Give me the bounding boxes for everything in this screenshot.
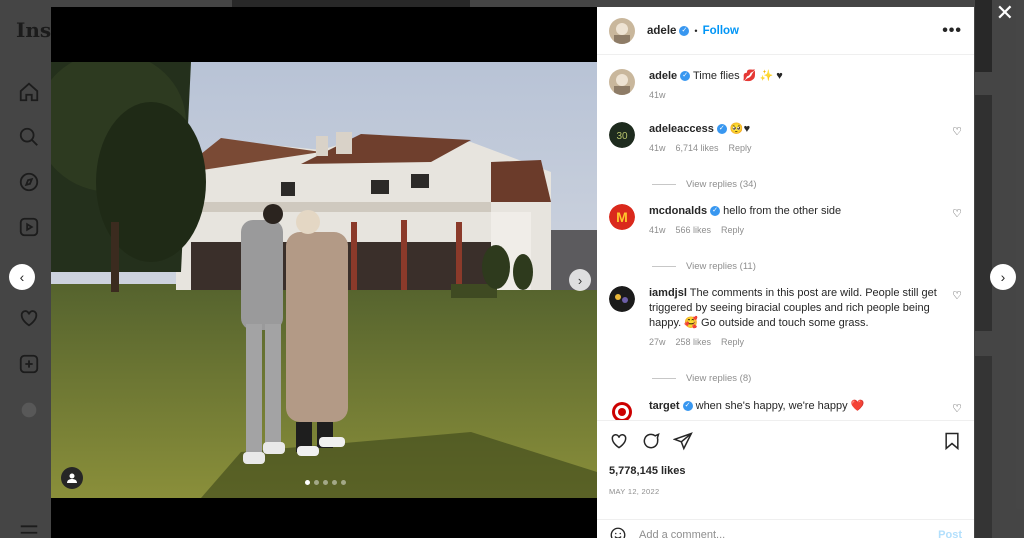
- view-replies-label: View replies (8): [686, 373, 752, 384]
- commenter-username[interactable]: adeleaccess: [649, 123, 714, 135]
- comment-text: The comments in this post are wild. Peop…: [649, 287, 937, 329]
- verified-icon: ✓: [682, 401, 693, 412]
- comment-item: M mcdonalds ✓ hello from the other side 4…: [609, 204, 962, 235]
- post-modal: › adele ✓ • Follow ••• adele ✓ Time flies: [51, 7, 974, 538]
- like-comment-icon[interactable]: ♡: [952, 289, 962, 302]
- follow-button[interactable]: Follow: [703, 25, 739, 37]
- carousel-next-button[interactable]: ›: [569, 269, 591, 291]
- user-icon: [67, 473, 77, 483]
- more-options-icon[interactable]: •••: [942, 22, 962, 40]
- verified-icon: ✓: [679, 25, 690, 36]
- caption-username[interactable]: adele: [649, 70, 677, 82]
- view-replies-button[interactable]: View replies (8): [652, 373, 751, 384]
- author-username[interactable]: adele: [647, 25, 676, 37]
- save-icon[interactable]: [942, 431, 962, 451]
- post-details-panel: adele ✓ • Follow ••• adele ✓ Time flies 💋…: [597, 7, 974, 538]
- like-comment-icon[interactable]: ♡: [952, 207, 962, 220]
- post-actions: 5,778,145 likes MAY 12, 2022: [597, 420, 974, 532]
- verified-icon: ✓: [710, 206, 721, 217]
- comment-text: when she's happy, we're happy ❤️: [695, 400, 865, 412]
- commenter-avatar[interactable]: M: [609, 204, 635, 230]
- share-icon[interactable]: [673, 431, 693, 451]
- comments-list[interactable]: adele ✓ Time flies 💋 ✨ ♥ 41w 30 adeleacce…: [597, 56, 974, 420]
- svg-text:30: 30: [616, 131, 628, 142]
- commenter-username[interactable]: iamdjsl: [649, 287, 687, 299]
- comment-likes[interactable]: 566 likes: [676, 225, 712, 235]
- svg-text:M: M: [616, 209, 628, 225]
- close-icon[interactable]: ✕: [996, 0, 1014, 26]
- comment-time[interactable]: 41w: [649, 143, 666, 153]
- comment-input[interactable]: Add a comment...: [639, 529, 725, 538]
- comment-time[interactable]: 41w: [649, 225, 666, 235]
- view-replies-label: View replies (11): [686, 261, 756, 272]
- carousel-dot: [341, 480, 346, 485]
- carousel-dots: [305, 480, 346, 485]
- caption-text: Time flies 💋 ✨ ♥: [693, 70, 783, 82]
- emoji-icon[interactable]: [609, 526, 627, 538]
- comment-text: hello from the other side: [723, 205, 842, 217]
- commenter-avatar[interactable]: [609, 399, 635, 420]
- add-comment-bar: Add a comment... Post: [597, 519, 974, 538]
- carousel-dot: [314, 480, 319, 485]
- carousel-dot: [323, 480, 328, 485]
- comment-time[interactable]: 27w: [649, 337, 666, 347]
- post-date[interactable]: MAY 12, 2022: [609, 487, 962, 496]
- post-header: adele ✓ • Follow •••: [597, 7, 974, 55]
- tagged-users-button[interactable]: [61, 467, 83, 489]
- view-replies-button[interactable]: View replies (11): [652, 261, 756, 272]
- caption-time[interactable]: 41w: [649, 90, 666, 100]
- post-comment-button[interactable]: Post: [938, 529, 962, 538]
- comment-item: iamdjsl The comments in this post are wi…: [609, 286, 962, 347]
- previous-post-button[interactable]: ‹: [9, 264, 35, 290]
- comment-item: target ✓ when she's happy, we're happy ❤️…: [609, 399, 962, 420]
- post-image: ›: [51, 7, 597, 538]
- commenter-username[interactable]: target: [649, 400, 680, 412]
- commenter-username[interactable]: mcdonalds: [649, 205, 707, 217]
- comment-icon[interactable]: [641, 431, 661, 451]
- verified-icon: ✓: [716, 124, 727, 135]
- author-avatar[interactable]: [609, 69, 635, 95]
- like-comment-icon[interactable]: ♡: [952, 125, 962, 138]
- separator-dot: •: [694, 25, 698, 36]
- reply-button[interactable]: Reply: [729, 143, 752, 153]
- view-replies-label: View replies (34): [686, 179, 757, 190]
- commenter-avatar[interactable]: 30: [609, 122, 635, 148]
- like-icon[interactable]: [609, 431, 629, 451]
- post-photo: [51, 62, 597, 498]
- next-post-button[interactable]: ›: [990, 264, 1016, 290]
- like-comment-icon[interactable]: ♡: [952, 402, 962, 415]
- like-count[interactable]: 5,778,145 likes: [609, 465, 962, 477]
- reply-button[interactable]: Reply: [721, 337, 744, 347]
- verified-icon: ✓: [680, 71, 691, 82]
- comment-item: 30 adeleaccess ✓ 🥺♥ 41w 6,714 likes Reply ♡: [609, 122, 962, 153]
- carousel-dot: [305, 480, 310, 485]
- view-replies-button[interactable]: View replies (34): [652, 179, 757, 190]
- carousel-dot: [332, 480, 337, 485]
- comment-text: 🥺♥: [729, 123, 751, 135]
- commenter-avatar[interactable]: [609, 286, 635, 312]
- comment-likes[interactable]: 6,714 likes: [676, 143, 719, 153]
- reply-button[interactable]: Reply: [721, 225, 744, 235]
- caption: adele ✓ Time flies 💋 ✨ ♥ 41w: [609, 69, 962, 100]
- author-avatar[interactable]: [609, 17, 635, 44]
- comment-likes[interactable]: 258 likes: [676, 337, 712, 347]
